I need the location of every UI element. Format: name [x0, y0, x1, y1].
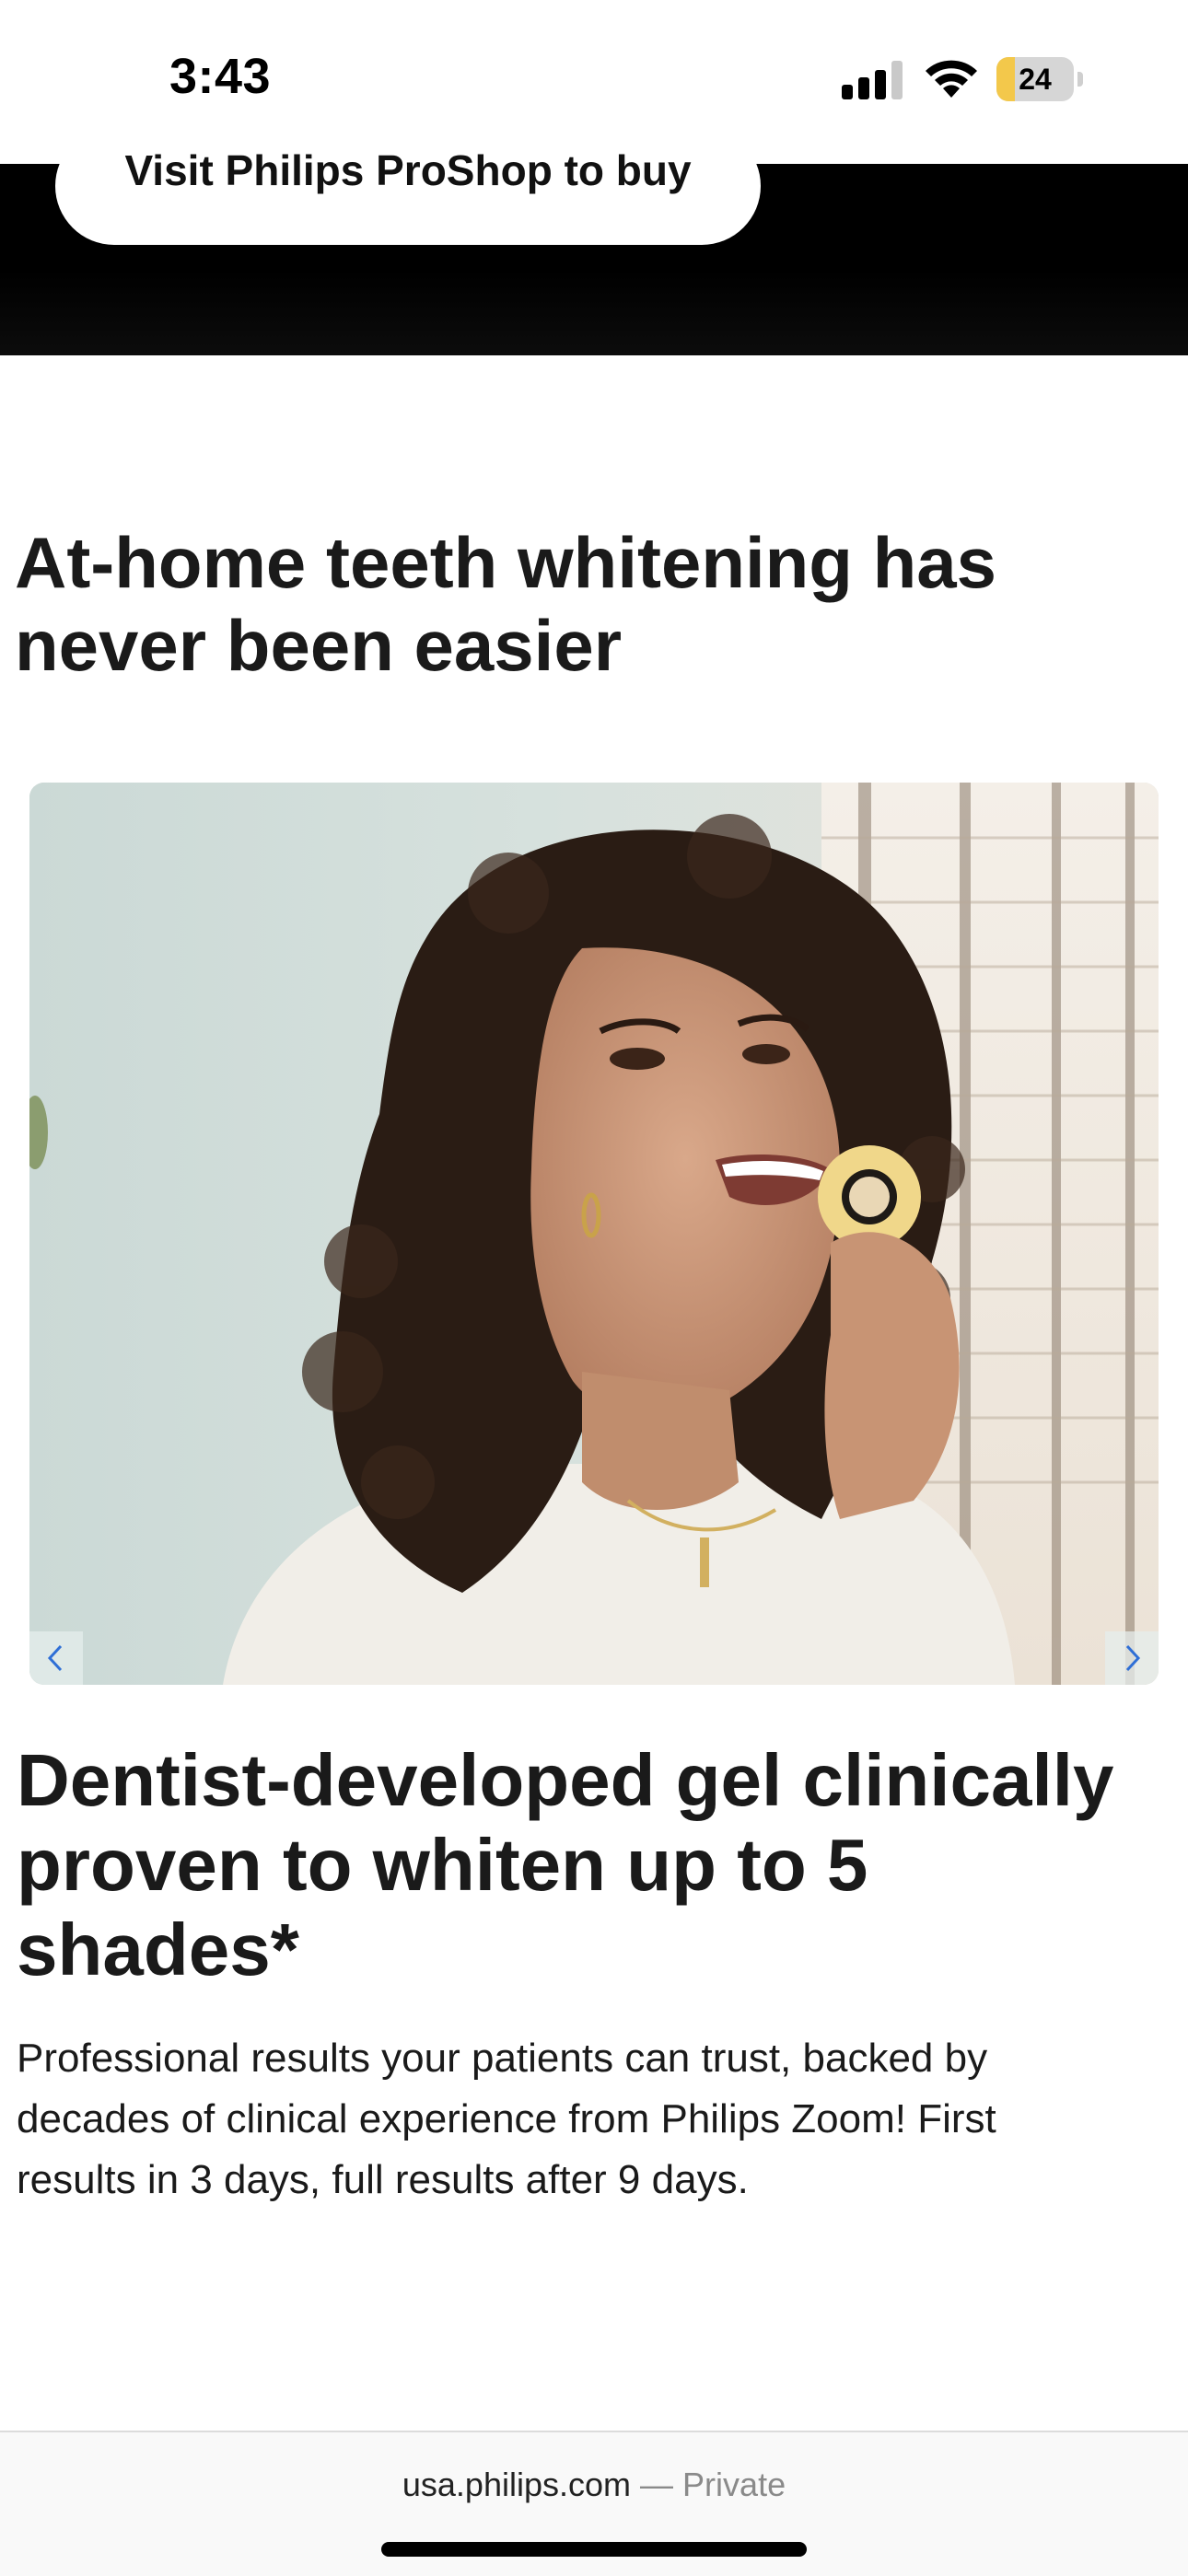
feature-description: Professional results your patients can t… [17, 2036, 996, 2202]
url-domain: usa.philips.com [402, 2466, 632, 2503]
status-time: 3:43 [169, 49, 272, 104]
carousel-photo [29, 783, 1159, 1685]
signal-icon [842, 61, 904, 99]
feature-title: Dentist-developed gel clinically proven … [17, 1739, 1114, 1990]
visit-proshop-label: Visit Philips ProShop to buy [124, 146, 692, 194]
section-heading: At-home teeth whitening has never been e… [15, 522, 997, 686]
address-text[interactable]: usa.philips.com — Private [0, 2466, 1188, 2504]
visit-proshop-button[interactable]: Visit Philips ProShop to buy [55, 127, 761, 245]
battery-level: 24 [1019, 63, 1052, 96]
private-mode-label: Private [682, 2466, 786, 2503]
carousel-prev-button[interactable] [29, 1631, 83, 1685]
chevron-right-icon [1125, 1644, 1141, 1672]
battery-icon: 24 [996, 57, 1083, 101]
wifi-icon [926, 60, 977, 98]
image-carousel[interactable] [29, 783, 1159, 1685]
battery-body: 24 [996, 57, 1074, 101]
battery-cap [1077, 72, 1083, 87]
chevron-left-icon [47, 1644, 63, 1672]
carousel-next-button[interactable] [1105, 1631, 1159, 1685]
url-separator: — [640, 2466, 674, 2503]
home-indicator[interactable] [381, 2542, 807, 2557]
